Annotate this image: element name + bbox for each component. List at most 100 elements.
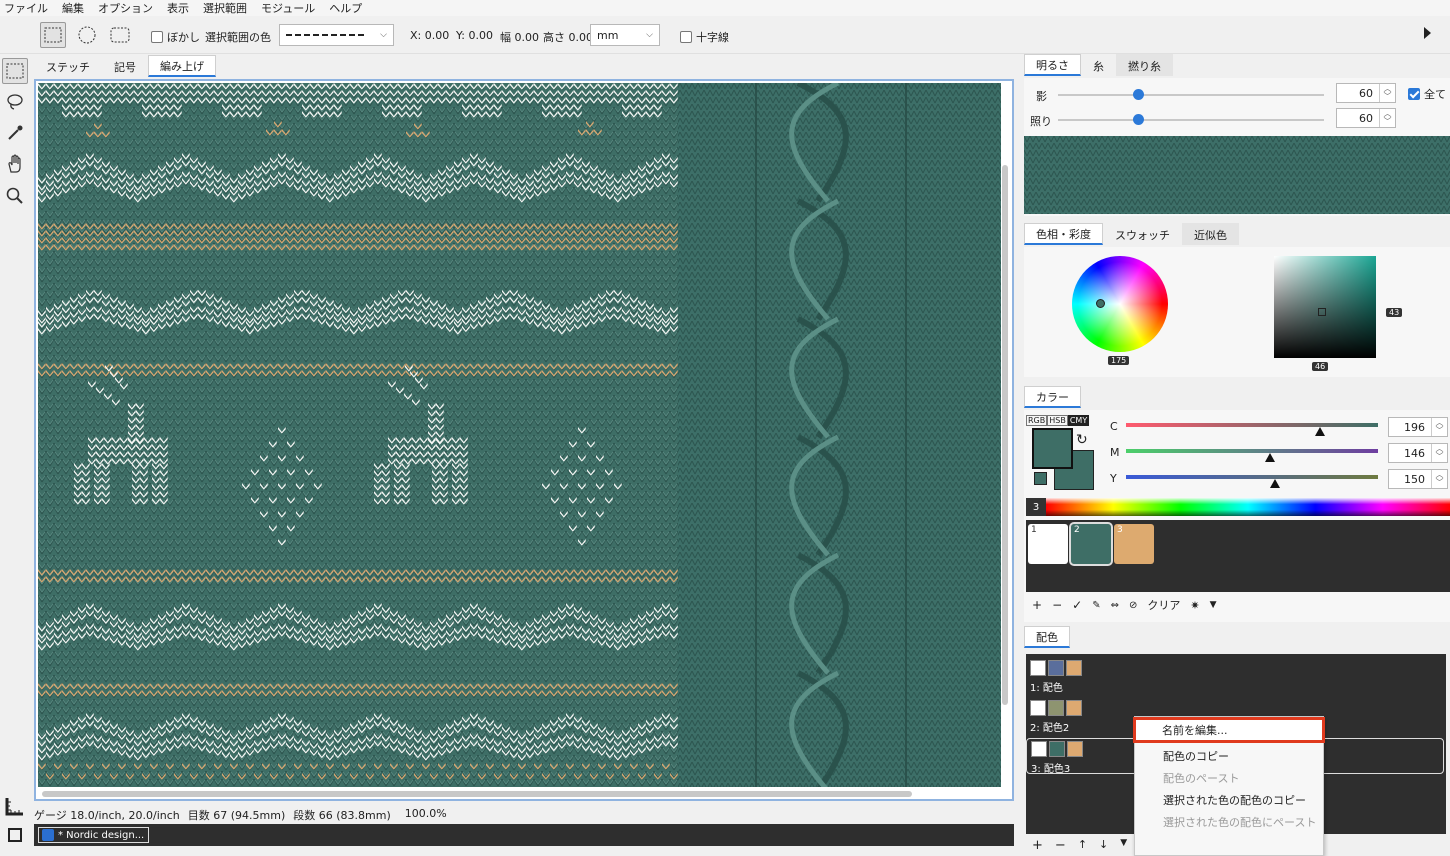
- rounded-select-button[interactable]: [107, 22, 133, 48]
- reset-colors-icon[interactable]: [1034, 472, 1047, 485]
- all-checkbox[interactable]: [1408, 88, 1420, 100]
- tab-similar-colors[interactable]: 近似色: [1182, 223, 1239, 245]
- selection-color-dropdown[interactable]: ⌵: [279, 24, 394, 46]
- minus-icon[interactable]: −: [1052, 598, 1062, 612]
- block-icon[interactable]: ⊘: [1129, 600, 1137, 611]
- shadow-knob[interactable]: [1132, 89, 1144, 100]
- eyedropper-tool[interactable]: [2, 120, 28, 146]
- plus-icon[interactable]: +: [1032, 838, 1043, 853]
- mode-cmy[interactable]: CMY: [1067, 415, 1090, 426]
- frame-icon[interactable]: [8, 828, 22, 842]
- tab-twisted-yarn[interactable]: 撚り糸: [1116, 54, 1173, 76]
- saturation-box[interactable]: [1274, 256, 1376, 358]
- cmy-spinbox[interactable]: 196 ︿ ﹀: [1388, 417, 1448, 437]
- scheme-item[interactable]: 2: 配色2: [1026, 698, 1146, 734]
- vertical-scrollbar[interactable]: [1002, 165, 1008, 705]
- spin-arrows-icon[interactable]: ︿ ﹀: [1431, 444, 1447, 462]
- tab-hue-saturation[interactable]: 色相・彩度: [1024, 223, 1103, 245]
- menu-view[interactable]: 表示: [167, 0, 189, 16]
- move-up-icon[interactable]: ↑: [1078, 838, 1087, 853]
- crosshair-label: 十字線: [696, 31, 729, 44]
- blur-option[interactable]: ぼかし: [151, 29, 200, 45]
- palette-swatch[interactable]: 2: [1069, 522, 1113, 566]
- cmy-slider-track[interactable]: [1126, 449, 1378, 462]
- context-menu-item[interactable]: 選択された色の配色のコピー: [1135, 789, 1323, 811]
- all-option[interactable]: 全て: [1408, 86, 1446, 102]
- context-menu-item[interactable]: 配色のコピー: [1135, 745, 1323, 767]
- knit-canvas[interactable]: [38, 83, 1001, 787]
- chevron-down-icon[interactable]: ▼: [1210, 600, 1217, 610]
- horizontal-scrollbar[interactable]: [42, 791, 912, 797]
- tab-knit-preview[interactable]: 編み上げ: [148, 55, 216, 77]
- foreground-color-well[interactable]: [1032, 428, 1073, 469]
- lasso-tool[interactable]: [2, 89, 28, 115]
- cmy-spinbox[interactable]: 150 ︿ ﹀: [1388, 469, 1448, 489]
- color-panel: RGB HSB CMY ↻ C 196 ︿ ﹀ M 146 ︿ ﹀ Y 150 ︿ ﹀ 3 1 2 3 +…: [1024, 410, 1450, 622]
- ruler-icon[interactable]: [5, 796, 25, 819]
- shadow-slider[interactable]: [1058, 89, 1324, 100]
- minus-icon[interactable]: −: [1055, 838, 1066, 853]
- cmy-slider-thumb[interactable]: [1264, 453, 1275, 462]
- ellipse-select-button[interactable]: [74, 22, 100, 48]
- palette-swatch[interactable]: 3: [1114, 524, 1154, 564]
- plus-icon[interactable]: +: [1032, 598, 1042, 612]
- spin-arrows-icon[interactable]: ︿ ﹀: [1379, 84, 1395, 102]
- light-slider[interactable]: [1058, 114, 1324, 125]
- swap-colors-icon[interactable]: ↻: [1076, 432, 1088, 448]
- tab-scheme[interactable]: 配色: [1024, 626, 1070, 648]
- sun-icon[interactable]: ✷: [1190, 599, 1199, 612]
- menu-edit[interactable]: 編集: [62, 0, 84, 16]
- mode-hsb[interactable]: HSB: [1047, 415, 1068, 426]
- cmy-spinbox[interactable]: 146 ︿ ﹀: [1388, 443, 1448, 463]
- hue-wheel[interactable]: [1072, 256, 1168, 352]
- menu-selection[interactable]: 選択範囲: [203, 0, 247, 16]
- spin-arrows-icon[interactable]: ︿ ﹀: [1379, 109, 1395, 127]
- crosshair-checkbox[interactable]: [680, 31, 692, 43]
- color-spectrum[interactable]: [1046, 498, 1450, 516]
- swap-arrows-icon[interactable]: ⇔: [1111, 600, 1119, 611]
- pencil-icon[interactable]: ✎: [1092, 600, 1100, 611]
- play-icon[interactable]: [1424, 27, 1431, 39]
- tab-brightness[interactable]: 明るさ: [1024, 54, 1081, 76]
- hand-tool[interactable]: [2, 151, 28, 177]
- document-tab[interactable]: * Nordic design...: [38, 827, 150, 843]
- eyedropper-icon: [8, 125, 23, 140]
- spin-arrows-icon[interactable]: ︿ ﹀: [1431, 418, 1447, 436]
- tab-symbol[interactable]: 記号: [102, 55, 148, 77]
- check-icon[interactable]: ✓: [1072, 598, 1082, 612]
- clear-button[interactable]: クリア: [1147, 597, 1180, 613]
- blur-checkbox[interactable]: [151, 31, 163, 43]
- menu-file[interactable]: ファイル: [4, 0, 48, 16]
- palette-swatch[interactable]: 1: [1028, 524, 1068, 564]
- crosshair-option[interactable]: 十字線: [680, 29, 729, 45]
- cmy-slider-track[interactable]: [1126, 475, 1378, 488]
- tab-stitch[interactable]: ステッチ: [34, 55, 102, 77]
- saturation-marker[interactable]: [1318, 308, 1326, 316]
- cmy-label: C: [1110, 420, 1118, 433]
- unit-dropdown[interactable]: mm ⌵: [590, 24, 660, 46]
- cmy-slider-thumb[interactable]: [1315, 427, 1326, 436]
- spin-arrows-icon[interactable]: ︿ ﹀: [1431, 470, 1447, 488]
- move-down-icon[interactable]: ↓: [1099, 838, 1108, 853]
- menu-options[interactable]: オプション: [98, 0, 153, 16]
- light-spinbox[interactable]: 60 ︿ ﹀: [1336, 108, 1396, 128]
- tab-color[interactable]: カラー: [1024, 386, 1081, 408]
- menu-module[interactable]: モジュール: [261, 0, 315, 16]
- marquee-tool[interactable]: [2, 58, 28, 84]
- mode-rgb[interactable]: RGB: [1026, 415, 1048, 426]
- shadow-spinbox[interactable]: 60 ︿ ﹀: [1336, 83, 1396, 103]
- context-menu-item[interactable]: 名前を編集...: [1133, 717, 1325, 743]
- hue-marker[interactable]: [1096, 299, 1105, 308]
- tab-swatch[interactable]: スウォッチ: [1103, 223, 1182, 245]
- cmy-slider-thumb[interactable]: [1269, 479, 1280, 488]
- tab-yarn[interactable]: 糸: [1081, 54, 1116, 76]
- zoom-tool[interactable]: [2, 183, 28, 209]
- y-readout: Y: 0.00: [456, 29, 493, 42]
- menu-help[interactable]: ヘルプ: [329, 0, 362, 16]
- light-knob[interactable]: [1132, 114, 1144, 125]
- cmy-slider-track[interactable]: [1126, 423, 1378, 436]
- chevron-down-icon[interactable]: ▼: [1120, 838, 1127, 853]
- rect-select-button[interactable]: [40, 22, 66, 48]
- scheme-item[interactable]: 1: 配色: [1026, 658, 1146, 694]
- hand-icon: [8, 154, 21, 173]
